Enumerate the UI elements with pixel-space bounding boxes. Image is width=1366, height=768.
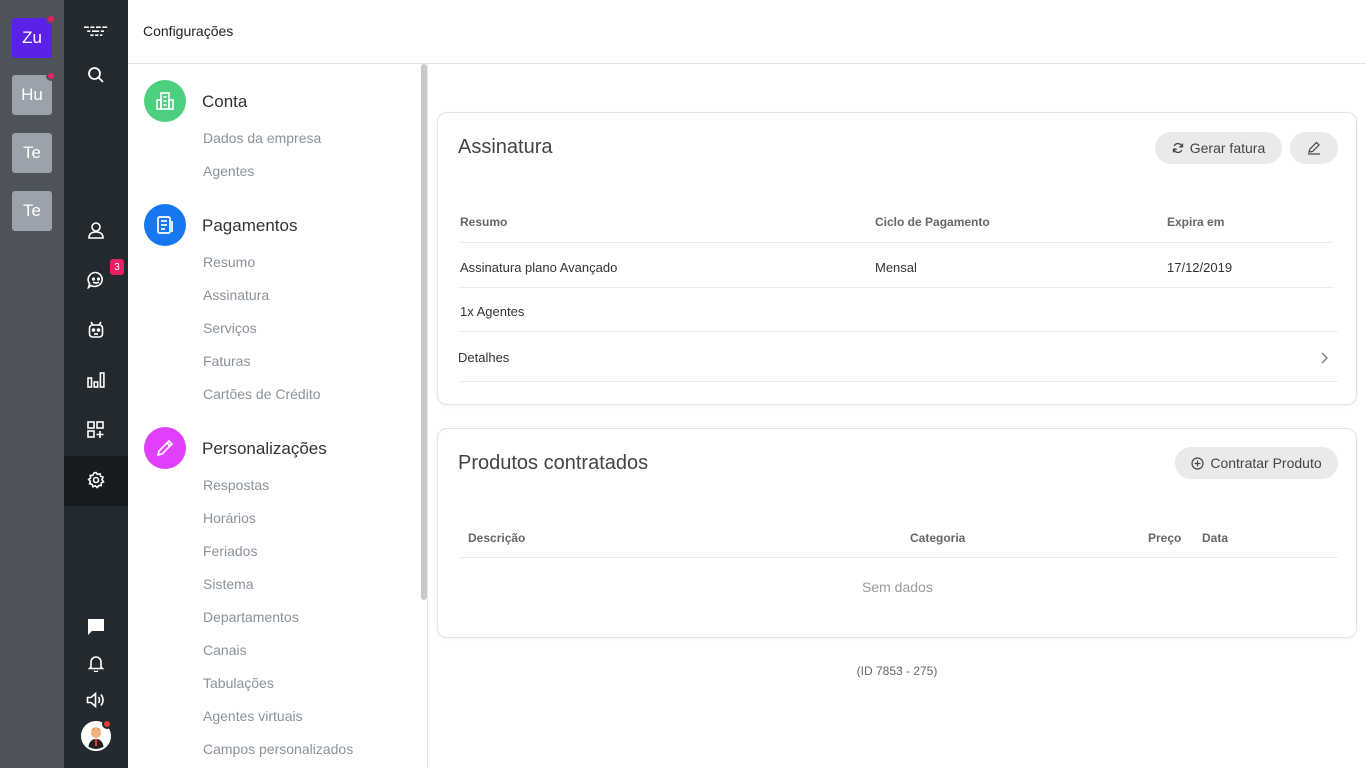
menu-item-dados-empresa[interactable]: Dados da empresa [203, 130, 321, 146]
subscription-title: Assinatura [458, 136, 553, 158]
edit-subscription-button[interactable] [1290, 132, 1338, 164]
column-header-expires: Expira em [1167, 215, 1225, 229]
menu-item-faturas[interactable]: Faturas [203, 353, 250, 369]
account-id: (ID 7853 - 275) [856, 664, 938, 678]
bot-icon[interactable] [84, 318, 108, 342]
menu-item-respostas[interactable]: Respostas [203, 477, 269, 493]
menu-item-agentes-virtuais[interactable]: Agentes virtuais [203, 708, 303, 724]
pencil-icon [144, 427, 186, 469]
subscription-row-cycle: Mensal [875, 260, 917, 275]
workspace-hu[interactable]: Hu [12, 71, 56, 115]
page-title: Configurações [143, 23, 234, 39]
messages-icon[interactable] [84, 615, 108, 639]
column-header-category: Categoria [910, 531, 966, 545]
section-title-conta: Conta [202, 92, 248, 111]
section-title-pagamentos: Pagamentos [202, 216, 298, 235]
menu-item-servicos[interactable]: Serviços [203, 320, 257, 336]
divider [458, 287, 1334, 288]
subscription-row-expires: 17/12/2019 [1167, 260, 1233, 275]
apps-icon[interactable] [84, 418, 108, 442]
workspace-zu[interactable]: Zu [12, 14, 56, 58]
details-row[interactable]: Detalhes [458, 333, 1338, 381]
divider [458, 381, 1338, 382]
search-icon[interactable] [84, 63, 108, 87]
menu-item-canais[interactable]: Canais [203, 642, 247, 658]
settings-menu: Conta Dados da empresa Agentes Pagamento… [128, 64, 428, 768]
menu-item-campos-personalizados[interactable]: Campos personalizados [203, 741, 353, 757]
products-card: Produtos contratados Contratar Produto D… [437, 428, 1357, 638]
notifications-icon[interactable] [84, 651, 108, 675]
invoice-icon [144, 204, 186, 246]
reports-icon[interactable] [84, 368, 108, 392]
menu-item-resumo[interactable]: Resumo [203, 254, 255, 270]
products-title: Produtos contratados [458, 452, 649, 474]
menu-item-feriados[interactable]: Feriados [203, 543, 257, 559]
main-nav: 3 [64, 0, 128, 768]
workspace-label: Zu [22, 28, 42, 47]
divider [458, 331, 1338, 332]
generate-invoice-button[interactable]: Gerar fatura [1155, 132, 1282, 164]
menu-scrollbar[interactable] [421, 64, 427, 600]
divider [458, 242, 1334, 243]
menu-item-tabulacoes[interactable]: Tabulações [203, 675, 274, 691]
workspace-label: Hu [21, 85, 43, 104]
workspace-label: Te [23, 201, 41, 220]
edit-icon [1308, 141, 1320, 155]
notification-dot [46, 14, 56, 24]
logo-icon[interactable] [84, 20, 108, 44]
subscription-row-summary: Assinatura plano Avançado [460, 260, 618, 275]
menu-item-sistema[interactable]: Sistema [203, 576, 254, 592]
chat-icon[interactable] [84, 268, 108, 292]
contacts-icon[interactable] [84, 218, 108, 242]
menu-item-assinatura[interactable]: Assinatura [203, 287, 269, 303]
workspace-te-1[interactable]: Te [12, 133, 52, 173]
divider [458, 557, 1338, 558]
notification-dot [46, 71, 56, 81]
column-header-description: Descrição [468, 531, 526, 545]
settings-icon[interactable] [84, 468, 108, 492]
column-header-price: Preço [1148, 531, 1182, 545]
column-header-date: Data [1202, 531, 1229, 545]
refresh-icon [1172, 142, 1183, 154]
status-dot [102, 719, 112, 729]
chevron-right-icon [1321, 352, 1328, 364]
menu-item-departamentos[interactable]: Departamentos [203, 609, 299, 625]
section-title-personalizacoes: Personalizações [202, 439, 327, 458]
details-label: Detalhes [458, 350, 510, 365]
generate-invoice-label: Gerar fatura [1189, 140, 1266, 156]
column-header-cycle: Ciclo de Pagamento [875, 215, 990, 229]
menu-item-horarios[interactable]: Horários [203, 510, 256, 526]
contract-product-button[interactable]: Contratar Produto [1175, 447, 1338, 479]
menu-item-cartoes[interactable]: Cartões de Crédito [203, 386, 321, 402]
add-circle-icon [1191, 456, 1204, 470]
subscription-card: Assinatura Gerar fatura Resumo Ciclo de … [437, 112, 1357, 405]
column-header-summary: Resumo [460, 215, 508, 229]
contract-product-label: Contratar Produto [1210, 455, 1322, 471]
workspace-switcher: Zu Hu Te Te [0, 0, 64, 768]
empty-state: Sem dados [862, 579, 933, 595]
sound-icon[interactable] [84, 688, 108, 712]
subscription-row-agents: 1x Agentes [460, 304, 525, 319]
chat-unread-badge: 3 [110, 259, 124, 275]
top-bar: Configurações [128, 0, 1366, 64]
workspace-label: Te [23, 143, 41, 162]
workspace-te-2[interactable]: Te [12, 191, 52, 231]
main-content: Assinatura Gerar fatura Resumo Ciclo de … [428, 64, 1366, 768]
building-icon [144, 80, 186, 122]
menu-item-agentes[interactable]: Agentes [203, 163, 254, 179]
